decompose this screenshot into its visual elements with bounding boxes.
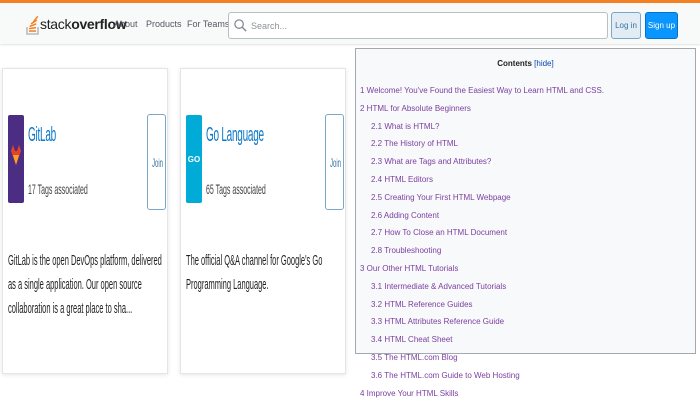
nav-about[interactable]: About [114, 19, 138, 29]
stack-logo-icon [26, 15, 39, 35]
toc-item[interactable]: 2.5 Creating Your First HTML Webpage [371, 193, 511, 202]
svg-text:GO: GO [188, 155, 200, 164]
toc-item[interactable]: 3.3 HTML Attributes Reference Guide [371, 317, 504, 326]
toc-item[interactable]: 3.6 The HTML.com Guide to Web Hosting [371, 371, 520, 380]
toc-item[interactable]: 3.2 HTML Reference Guides [371, 300, 473, 309]
toc-item[interactable]: 3.1 Intermediate & Advanced Tutorials [371, 282, 506, 291]
toc-item[interactable]: 2.6 Adding Content [371, 211, 439, 220]
go-logo-icon: GO [186, 115, 202, 203]
toc-item[interactable]: 2.7 How To Close an HTML Document [371, 228, 507, 237]
join-button-label: Join [330, 156, 342, 170]
top-bar: stackoverflow About Products For Teams L… [0, 0, 700, 44]
table-of-contents: Contents [hide] 1 Welcome! You've Found … [355, 48, 696, 398]
community-card-go-language[interactable]: GO Go Language 65 Tags associated Join T… [180, 68, 346, 374]
stackoverflow-logo[interactable]: stackoverflow [26, 11, 127, 37]
search-box[interactable] [228, 12, 608, 39]
card-tags-count: 65 Tags associated [206, 181, 266, 197]
toc-title-text: Contents [497, 59, 532, 68]
login-button[interactable]: Log in [611, 12, 641, 39]
join-button[interactable]: Join [147, 114, 166, 210]
card-description: The official Q&A channel for Google's Go… [186, 252, 323, 293]
community-card-gitlab[interactable]: GitLab 17 Tags associated Join GitLab is… [2, 68, 168, 374]
toc-hide-link[interactable]: [hide] [534, 59, 554, 68]
gitlab-logo-icon [8, 115, 24, 203]
search-icon [234, 19, 247, 32]
toc-item[interactable]: 3.5 The HTML.com Blog [371, 353, 458, 362]
nav-products[interactable]: Products [146, 19, 182, 29]
signup-button[interactable]: Sign up [645, 12, 678, 39]
toc-item[interactable]: 3 Our Other HTML Tutorials [360, 264, 458, 273]
toc-item[interactable]: 3.4 HTML Cheat Sheet [371, 335, 453, 344]
join-button-label: Join [152, 156, 164, 170]
toc-item[interactable]: 2.8 Troubleshooting [371, 246, 441, 255]
card-tags-count: 17 Tags associated [28, 181, 88, 197]
card-title[interactable]: GitLab [28, 124, 56, 147]
toc-item[interactable]: 2.3 What are Tags and Attributes? [371, 157, 491, 166]
toc-item[interactable]: 2.1 What is HTML? [371, 122, 439, 131]
toc-item[interactable]: 4 Improve Your HTML Skills [360, 389, 458, 398]
toc-item[interactable]: 2.4 HTML Editors [371, 175, 433, 184]
toc-item[interactable]: 2.2 The History of HTML [371, 139, 458, 148]
toc-item[interactable]: 1 Welcome! You've Found the Easiest Way … [360, 86, 604, 95]
card-description: GitLab is the open DevOps platform, deli… [8, 252, 162, 317]
search-input[interactable] [251, 13, 601, 38]
toc-title: Contents [hide] [356, 59, 695, 68]
logo-text-regular: stack [40, 16, 72, 32]
join-button[interactable]: Join [325, 114, 344, 210]
nav-for-teams[interactable]: For Teams [187, 19, 229, 29]
toc-item[interactable]: 2 HTML for Absolute Beginners [360, 104, 471, 113]
card-title[interactable]: Go Language [206, 124, 264, 147]
